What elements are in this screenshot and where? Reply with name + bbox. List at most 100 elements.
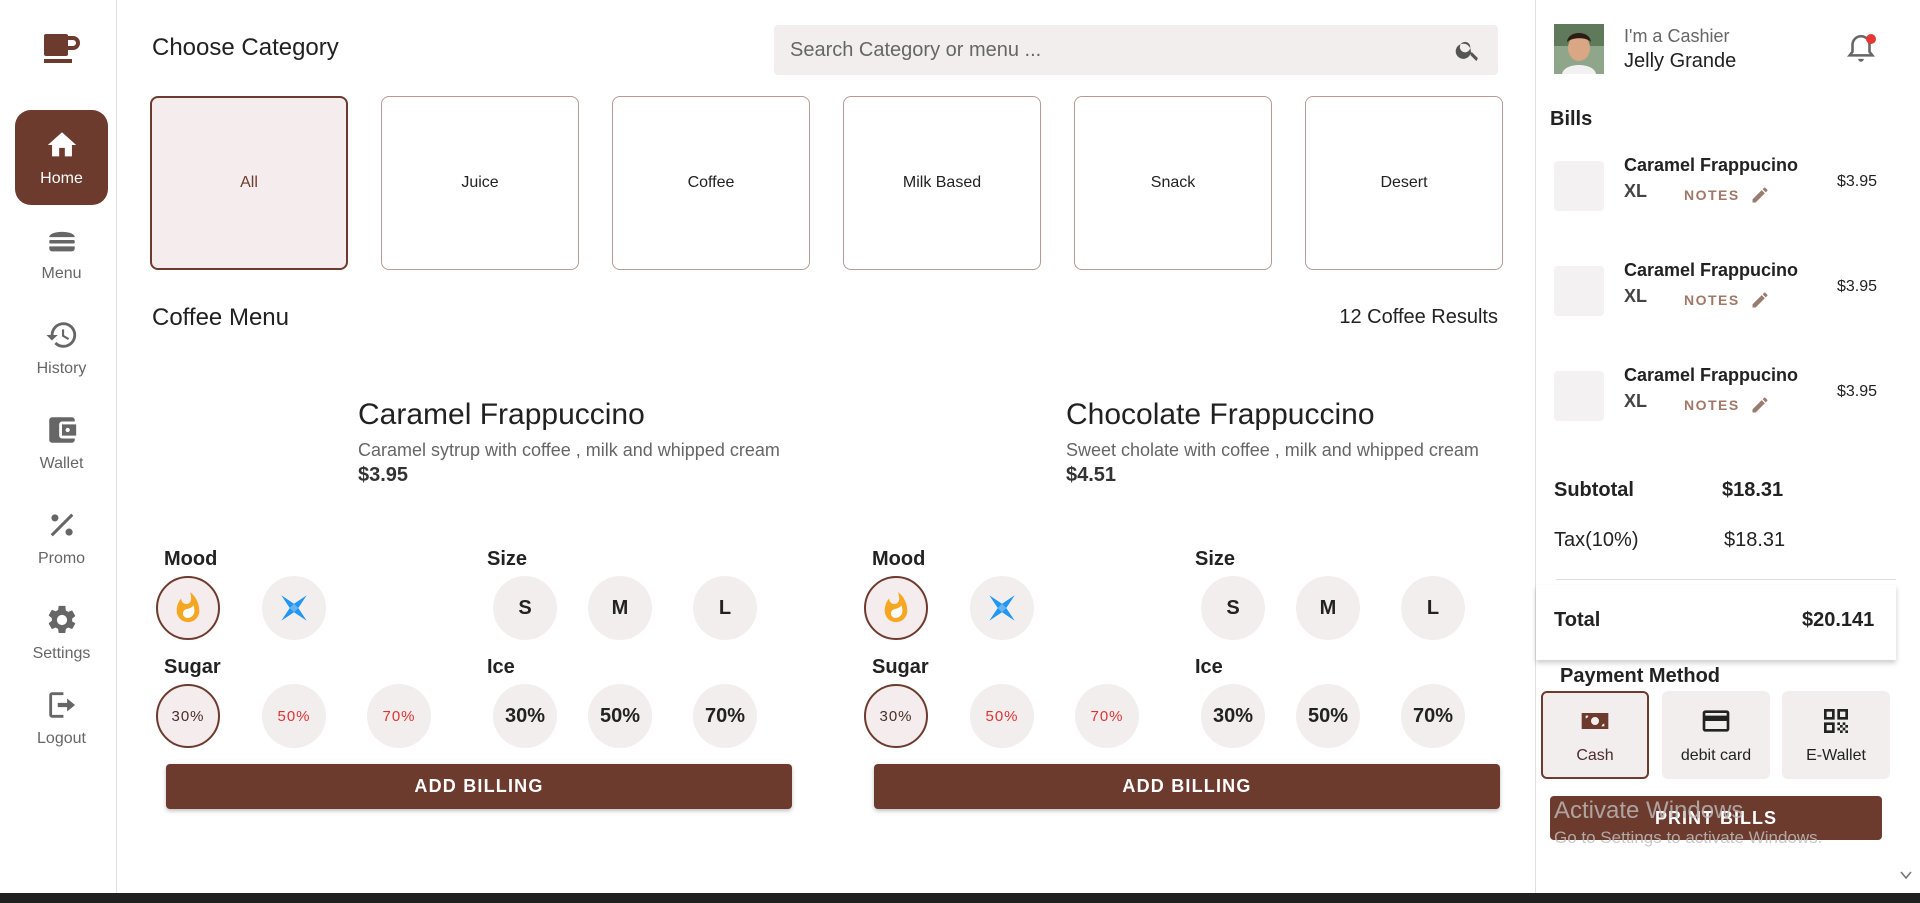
cashier-name: Jelly Grande	[1624, 50, 1737, 72]
logout-icon	[48, 691, 75, 718]
ice-70-option[interactable]: 70%	[1401, 684, 1465, 748]
credit-card-icon	[1702, 710, 1730, 732]
product-name: Chocolate Frappuccino	[1066, 398, 1375, 431]
bill-item: Caramel Frappucino XL NOTES $3.95	[1554, 260, 1894, 320]
mood-label: Mood	[164, 548, 218, 570]
ice-icon	[989, 595, 1015, 621]
ice-50-option[interactable]: 50%	[1296, 684, 1360, 748]
mood-iced-option[interactable]	[970, 576, 1034, 640]
cash-icon	[1581, 713, 1609, 729]
payment-label: E-Wallet	[1806, 747, 1866, 764]
bill-item-notes-button[interactable]: NOTES	[1684, 292, 1740, 308]
size-s-option[interactable]: S	[493, 576, 557, 640]
divider	[1556, 579, 1896, 580]
payment-e-wallet-option[interactable]: E-Wallet	[1782, 691, 1890, 779]
ice-30-option[interactable]: 30%	[1201, 684, 1265, 748]
size-m-option[interactable]: M	[1296, 576, 1360, 640]
ice-label: Ice	[487, 656, 515, 678]
sidebar-item-label: Menu	[41, 264, 82, 282]
sugar-70-option[interactable]: 70%	[1075, 684, 1139, 748]
bill-item-thumbnail	[1554, 266, 1604, 316]
mood-hot-option[interactable]	[864, 576, 928, 640]
size-m-option[interactable]: M	[588, 576, 652, 640]
total-section: Total $20.141	[1536, 585, 1896, 660]
bill-item-price: $3.95	[1837, 278, 1878, 295]
size-l-option[interactable]: L	[693, 576, 757, 640]
sidebar-item-wallet[interactable]: Wallet	[15, 395, 108, 490]
pencil-icon[interactable]	[1750, 395, 1770, 415]
sugar-30-option[interactable]: 30%	[156, 684, 220, 748]
subtotal-value: $18.31	[1722, 479, 1784, 501]
payment-debit-card-option[interactable]: debit card	[1662, 691, 1770, 779]
category-all[interactable]: All	[150, 96, 348, 270]
sugar-label: Sugar	[872, 656, 929, 678]
size-l-option[interactable]: L	[1401, 576, 1465, 640]
sidebar-item-label: Settings	[32, 644, 91, 662]
bills-title: Bills	[1550, 108, 1593, 130]
sidebar-item-settings[interactable]: Settings	[15, 585, 108, 680]
product-description: Sweet cholate with coffee , milk and whi…	[1066, 440, 1479, 460]
payment-method-title: Payment Method	[1560, 665, 1721, 687]
bill-item: Caramel Frappucino XL NOTES $3.95	[1554, 365, 1894, 425]
search-icon[interactable]	[1454, 36, 1482, 64]
category-juice[interactable]: Juice	[381, 96, 579, 270]
search-input[interactable]	[790, 38, 1454, 62]
sidebar: Home Menu History Wallet Promo Settings …	[0, 0, 117, 893]
bill-item-size: XL	[1624, 391, 1648, 411]
taskbar	[0, 893, 1920, 903]
sidebar-item-menu[interactable]: Menu	[15, 205, 108, 300]
bill-item-size: XL	[1624, 286, 1648, 306]
sugar-50-option[interactable]: 50%	[262, 684, 326, 748]
add-billing-button[interactable]: ADD BILLING	[874, 764, 1500, 809]
percent-icon	[50, 513, 73, 536]
bill-item: Caramel Frappucino XL NOTES $3.95	[1554, 155, 1894, 215]
sugar-30-option[interactable]: 30%	[864, 684, 928, 748]
sugar-70-option[interactable]: 70%	[367, 684, 431, 748]
ice-50-option[interactable]: 50%	[588, 684, 652, 748]
bill-panel: I'm a Cashier Jelly Grande Bills Caramel…	[1535, 0, 1920, 893]
bill-item-notes-button[interactable]: NOTES	[1684, 187, 1740, 203]
burger-icon	[48, 231, 75, 251]
category-snack[interactable]: Snack	[1074, 96, 1272, 270]
mood-iced-option[interactable]	[262, 576, 326, 640]
sugar-label: Sugar	[164, 656, 221, 678]
pencil-icon[interactable]	[1750, 290, 1770, 310]
sidebar-item-history[interactable]: History	[15, 300, 108, 395]
fire-icon	[176, 591, 200, 623]
category-milk-based[interactable]: Milk Based	[843, 96, 1041, 270]
mood-label: Mood	[872, 548, 926, 570]
total-label: Total	[1554, 609, 1601, 631]
size-label: Size	[487, 548, 528, 570]
bill-item-size: XL	[1624, 181, 1648, 201]
product-price: $4.51	[1066, 464, 1117, 486]
sugar-50-option[interactable]: 50%	[970, 684, 1034, 748]
main-content: Choose Category All Juice Coffee Milk Ba…	[118, 0, 1534, 893]
bill-item-name: Caramel Frappucino	[1624, 260, 1799, 280]
notification-badge	[1866, 34, 1876, 44]
mood-hot-option[interactable]	[156, 576, 220, 640]
sidebar-item-label: History	[36, 359, 87, 377]
size-label: Size	[1195, 548, 1236, 570]
home-icon	[47, 131, 76, 156]
sidebar-item-home[interactable]: Home	[15, 110, 108, 205]
scroll-down-arrow-icon[interactable]	[1899, 868, 1913, 882]
category-desert[interactable]: Desert	[1305, 96, 1503, 270]
fire-icon	[884, 591, 908, 623]
sidebar-item-promo[interactable]: Promo	[15, 490, 108, 585]
ice-30-option[interactable]: 30%	[493, 684, 557, 748]
total-value: $20.141	[1802, 609, 1875, 631]
category-coffee[interactable]: Coffee	[612, 96, 810, 270]
sidebar-item-logout[interactable]: Logout	[15, 670, 108, 765]
add-billing-button[interactable]: ADD BILLING	[166, 764, 792, 809]
category-title: Choose Category	[152, 34, 339, 61]
menu-title: Coffee Menu	[152, 304, 289, 331]
bill-item-name: Caramel Frappucino	[1624, 155, 1799, 175]
payment-cash-option[interactable]: Cash	[1541, 691, 1649, 779]
history-icon	[45, 321, 76, 348]
ice-70-option[interactable]: 70%	[693, 684, 757, 748]
size-s-option[interactable]: S	[1201, 576, 1265, 640]
bill-item-notes-button[interactable]: NOTES	[1684, 397, 1740, 413]
pencil-icon[interactable]	[1750, 185, 1770, 205]
cashier-role: I'm a Cashier	[1624, 26, 1730, 46]
avatar[interactable]	[1554, 24, 1604, 74]
